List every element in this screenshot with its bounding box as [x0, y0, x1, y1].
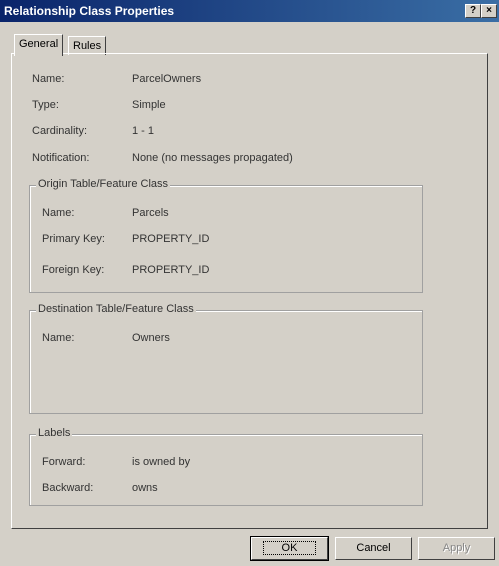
window-title: Relationship Class Properties: [4, 4, 175, 18]
general-panel: Name: ParcelOwners Type: Simple Cardinal…: [11, 53, 488, 529]
help-button[interactable]: ?: [465, 4, 481, 18]
foreign-key-value: PROPERTY_ID: [132, 264, 210, 276]
backward-value: owns: [132, 482, 158, 494]
backward-label: Backward:: [42, 482, 94, 494]
notification-value: None (no messages propagated): [132, 152, 293, 164]
cardinality-label: Cardinality:: [32, 125, 88, 137]
tab-general-label: General: [19, 38, 59, 50]
tab-general[interactable]: General: [14, 34, 64, 56]
tab-rules-label: Rules: [73, 40, 102, 52]
forward-label: Forward:: [42, 456, 86, 468]
ok-button-label: OK: [262, 541, 317, 555]
cancel-button-label: Cancel: [356, 542, 391, 554]
ok-button[interactable]: OK: [250, 536, 329, 561]
origin-group: Origin Table/Feature Class Name: Parcels…: [29, 178, 423, 293]
labels-group: Labels Forward: is owned by Backward: ow…: [29, 427, 423, 506]
cardinality-value: 1 - 1: [132, 125, 155, 137]
cancel-button[interactable]: Cancel: [335, 537, 412, 560]
forward-value: is owned by: [132, 456, 191, 468]
origin-name-value: Parcels: [132, 207, 169, 219]
close-button[interactable]: ×: [481, 4, 497, 18]
apply-button-label: Apply: [442, 542, 471, 554]
apply-button: Apply: [418, 537, 495, 560]
foreign-key-label: Foreign Key:: [42, 264, 105, 276]
labels-legend: Labels: [36, 427, 73, 439]
destination-group: Destination Table/Feature Class Name: Ow…: [29, 303, 423, 414]
type-value: Simple: [132, 99, 166, 111]
title-bar[interactable]: Relationship Class Properties ? ×: [0, 0, 499, 22]
primary-key-label: Primary Key:: [42, 233, 105, 245]
origin-name-label: Name:: [42, 207, 75, 219]
name-value: ParcelOwners: [132, 73, 202, 85]
notification-label: Notification:: [32, 152, 90, 164]
destination-legend: Destination Table/Feature Class: [36, 303, 196, 315]
destination-name-label: Name:: [42, 332, 75, 344]
origin-legend: Origin Table/Feature Class: [36, 178, 171, 190]
type-label: Type:: [32, 99, 59, 111]
name-label: Name:: [32, 73, 65, 85]
destination-name-value: Owners: [132, 332, 170, 344]
primary-key-value: PROPERTY_ID: [132, 233, 210, 245]
